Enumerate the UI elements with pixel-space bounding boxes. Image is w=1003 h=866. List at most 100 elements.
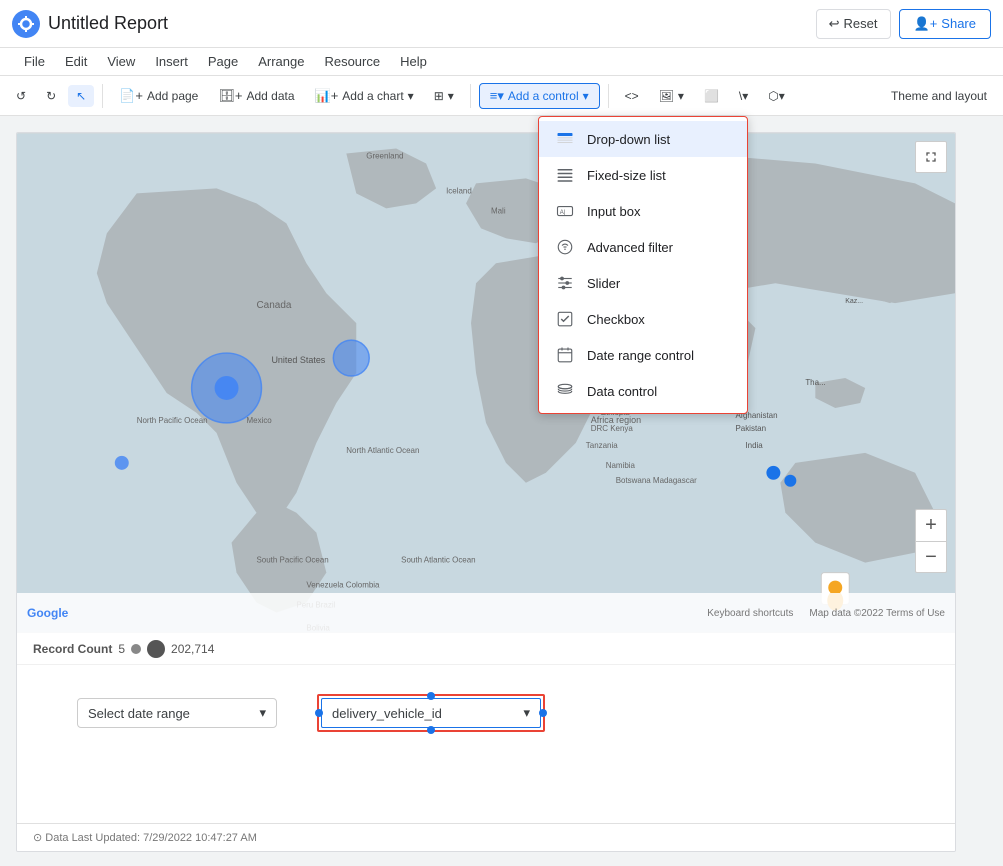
menu-item-fixed-size-list[interactable]: Fixed-size list xyxy=(539,157,747,193)
date-range-icon xyxy=(555,345,575,365)
menu-file[interactable]: File xyxy=(16,52,53,71)
report-canvas: Canada United States Mexico North Pacifi… xyxy=(16,132,956,852)
dropdown-list-icon xyxy=(555,129,575,149)
fixed-size-list-label: Fixed-size list xyxy=(587,168,666,183)
svg-text:Canada: Canada xyxy=(256,300,291,311)
menu-item-dropdown-list[interactable]: Drop-down list xyxy=(539,121,747,157)
toolbar: ↺ ↻ ↖ 📄+ Add page 🗄+ Add data 📊+ Add a c… xyxy=(0,76,1003,116)
menu-edit[interactable]: Edit xyxy=(57,52,95,71)
main-area: Canada United States Mexico North Pacifi… xyxy=(0,116,1003,866)
control-handle-right[interactable] xyxy=(539,709,547,717)
svg-text:Tha...: Tha... xyxy=(805,378,825,387)
slider-label: Slider xyxy=(587,276,620,291)
record-dot-large xyxy=(147,640,165,658)
svg-text:Venezuela Colombia: Venezuela Colombia xyxy=(306,581,380,590)
code-icon: <> xyxy=(625,89,639,103)
menu-page[interactable]: Page xyxy=(200,52,246,71)
data-last-updated: ⊙ Data Last Updated: 7/29/2022 10:47:27 … xyxy=(33,831,257,844)
top-bar-right: ↩ Reset 👤+ Share xyxy=(816,9,991,39)
add-page-label: Add page xyxy=(147,89,198,103)
record-count-value: 5 xyxy=(118,642,125,656)
menu-item-date-range[interactable]: Date range control xyxy=(539,337,747,373)
menu-resource[interactable]: Resource xyxy=(316,52,388,71)
redo-icon: ↻ xyxy=(46,89,56,103)
menu-help[interactable]: Help xyxy=(392,52,435,71)
record-dot-small xyxy=(131,644,141,654)
app-icon xyxy=(12,10,40,38)
top-bar: Untitled Report ↩ Reset 👤+ Share xyxy=(0,0,1003,48)
reset-icon: ↩ xyxy=(829,16,840,32)
input-box-label: Input box xyxy=(587,204,641,219)
date-range-label: Date range control xyxy=(587,348,694,363)
data-control-icon xyxy=(555,381,575,401)
controls-row: Select date range ▾ delivery_vehicle_id … xyxy=(17,678,955,748)
advanced-filter-icon xyxy=(555,237,575,257)
svg-text:Pakistan: Pakistan xyxy=(735,424,766,433)
add-control-dropdown-menu: Drop-down list Fixed-size list A| xyxy=(538,116,748,414)
shape-icon: ⬡▾ xyxy=(768,89,785,103)
reset-button[interactable]: ↩ Reset xyxy=(816,9,891,39)
record-count-bar: Record Count 5 202,714 xyxy=(17,633,955,665)
menu-arrange[interactable]: Arrange xyxy=(250,52,312,71)
undo-icon: ↺ xyxy=(16,89,26,103)
menu-item-checkbox[interactable]: Checkbox xyxy=(539,301,747,337)
add-chart-icon: 📊+ xyxy=(315,88,339,104)
toolbar-divider-2 xyxy=(470,84,471,108)
add-control-button[interactable]: ≡▾ Add a control ▾ xyxy=(479,83,600,109)
share-button[interactable]: 👤+ Share xyxy=(899,9,991,39)
add-chart-chevron-icon: ▾ xyxy=(408,89,414,103)
menu-view[interactable]: View xyxy=(99,52,143,71)
add-page-button[interactable]: 📄+ Add page xyxy=(111,84,206,108)
control-handle-bottom[interactable] xyxy=(427,726,435,734)
image-chevron-icon: ▾ xyxy=(678,89,684,103)
reset-label: Reset xyxy=(844,16,878,31)
frame-button[interactable]: ⬜ xyxy=(696,85,727,107)
shape-button[interactable]: ⬡▾ xyxy=(760,85,793,107)
add-control-label: Add a control xyxy=(508,89,579,103)
theme-layout-button[interactable]: Theme and layout xyxy=(883,85,995,107)
redo-button[interactable]: ↻ xyxy=(38,85,64,107)
control-handle-left[interactable] xyxy=(315,709,323,717)
svg-text:Tanzania: Tanzania xyxy=(586,441,618,450)
toolbar-divider-1 xyxy=(102,84,103,108)
date-range-chevron-icon: ▾ xyxy=(259,705,266,721)
canvas-footer: ⊙ Data Last Updated: 7/29/2022 10:47:27 … xyxy=(17,823,955,851)
svg-text:United States: United States xyxy=(271,355,325,365)
map-attribution: Map data ©2022 Terms of Use xyxy=(809,608,945,619)
svg-text:Kaz...: Kaz... xyxy=(845,298,863,305)
add-control-chevron-icon: ▾ xyxy=(583,89,589,103)
dropdown-control-chevron-icon: ▾ xyxy=(523,705,530,721)
checkbox-label: Checkbox xyxy=(587,312,645,327)
keyboard-shortcuts: Keyboard shortcuts xyxy=(707,608,793,619)
map-fullscreen-button[interactable] xyxy=(915,141,947,173)
code-button[interactable]: <> xyxy=(617,85,647,107)
map-zoom-out-button[interactable]: − xyxy=(915,541,947,573)
svg-text:South Pacific Ocean: South Pacific Ocean xyxy=(256,556,328,565)
line-button[interactable]: \▾ xyxy=(731,85,756,107)
svg-text:Mali: Mali xyxy=(491,206,506,215)
dropdown-control-inner[interactable]: delivery_vehicle_id ▾ xyxy=(321,698,541,728)
date-range-control[interactable]: Select date range ▾ xyxy=(77,698,277,728)
control-handle-top[interactable] xyxy=(427,692,435,700)
data-control-label: Data control xyxy=(587,384,657,399)
menu-item-data-control[interactable]: Data control xyxy=(539,373,747,409)
svg-text:India: India xyxy=(745,441,763,450)
image-button[interactable]: 🖼 ▾ xyxy=(651,85,692,107)
menu-item-slider[interactable]: Slider xyxy=(539,265,747,301)
component-chevron-icon: ▾ xyxy=(448,89,454,103)
date-range-label: Select date range xyxy=(88,706,190,721)
undo-button[interactable]: ↺ xyxy=(8,85,34,107)
add-data-button[interactable]: 🗄+ Add data xyxy=(210,84,302,108)
svg-text:North Pacific Ocean: North Pacific Ocean xyxy=(137,416,208,425)
add-component-button[interactable]: ⊞ ▾ xyxy=(426,85,462,107)
menu-item-advanced-filter[interactable]: Advanced filter xyxy=(539,229,747,265)
map-zoom-in-button[interactable]: + xyxy=(915,509,947,541)
google-logo: Google xyxy=(27,606,68,620)
dropdown-list-label: Drop-down list xyxy=(587,132,670,147)
svg-text:Botswana Madagascar: Botswana Madagascar xyxy=(616,476,697,485)
menu-item-input-box[interactable]: A| Input box xyxy=(539,193,747,229)
input-box-icon: A| xyxy=(555,201,575,221)
menu-insert[interactable]: Insert xyxy=(147,52,196,71)
select-tool-button[interactable]: ↖ xyxy=(68,85,94,107)
add-chart-button[interactable]: 📊+ Add a chart ▾ xyxy=(307,84,422,108)
